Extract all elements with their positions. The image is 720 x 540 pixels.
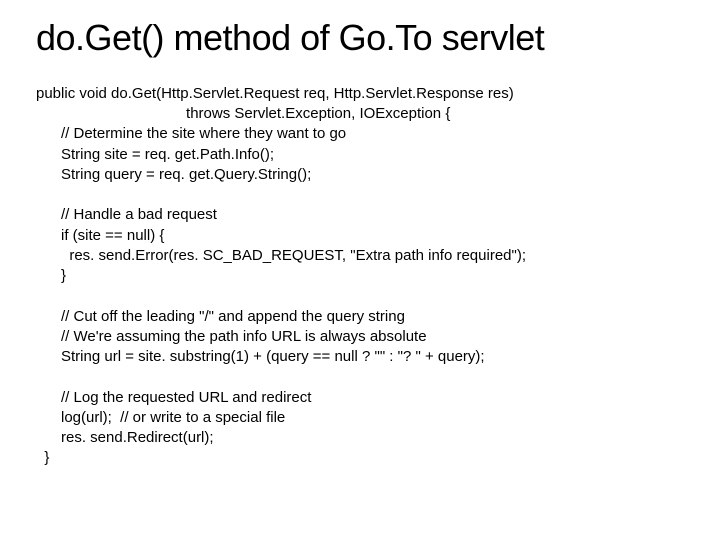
code-line: // Determine the site where they want to… xyxy=(36,125,346,142)
slide-title: do.Get() method of Go.To servlet xyxy=(36,18,692,58)
code-line: log(url); // or write to a special file xyxy=(36,409,285,426)
code-line: String site = req. get.Path.Info(); xyxy=(36,146,274,163)
code-line: if (site == null) { xyxy=(36,227,164,244)
code-line: res. send.Error(res. SC_BAD_REQUEST, "Ex… xyxy=(36,247,526,264)
code-line: // Cut off the leading "/" and append th… xyxy=(36,308,405,325)
code-line: // Handle a bad request xyxy=(36,206,217,223)
code-line: } xyxy=(36,267,66,284)
code-line: String url = site. substring(1) + (query… xyxy=(36,348,485,365)
code-line: // Log the requested URL and redirect xyxy=(36,389,311,406)
code-line: public void do.Get(Http.Servlet.Request … xyxy=(36,85,514,102)
code-block: public void do.Get(Http.Servlet.Request … xyxy=(36,64,692,489)
code-line: res. send.Redirect(url); xyxy=(36,429,214,446)
code-line: throws Servlet.Exception, IOException { xyxy=(36,105,450,122)
code-line: } xyxy=(36,449,49,466)
code-line: String query = req. get.Query.String(); xyxy=(36,166,311,183)
slide: do.Get() method of Go.To servlet public … xyxy=(0,0,720,540)
code-line: // We're assuming the path info URL is a… xyxy=(36,328,427,345)
